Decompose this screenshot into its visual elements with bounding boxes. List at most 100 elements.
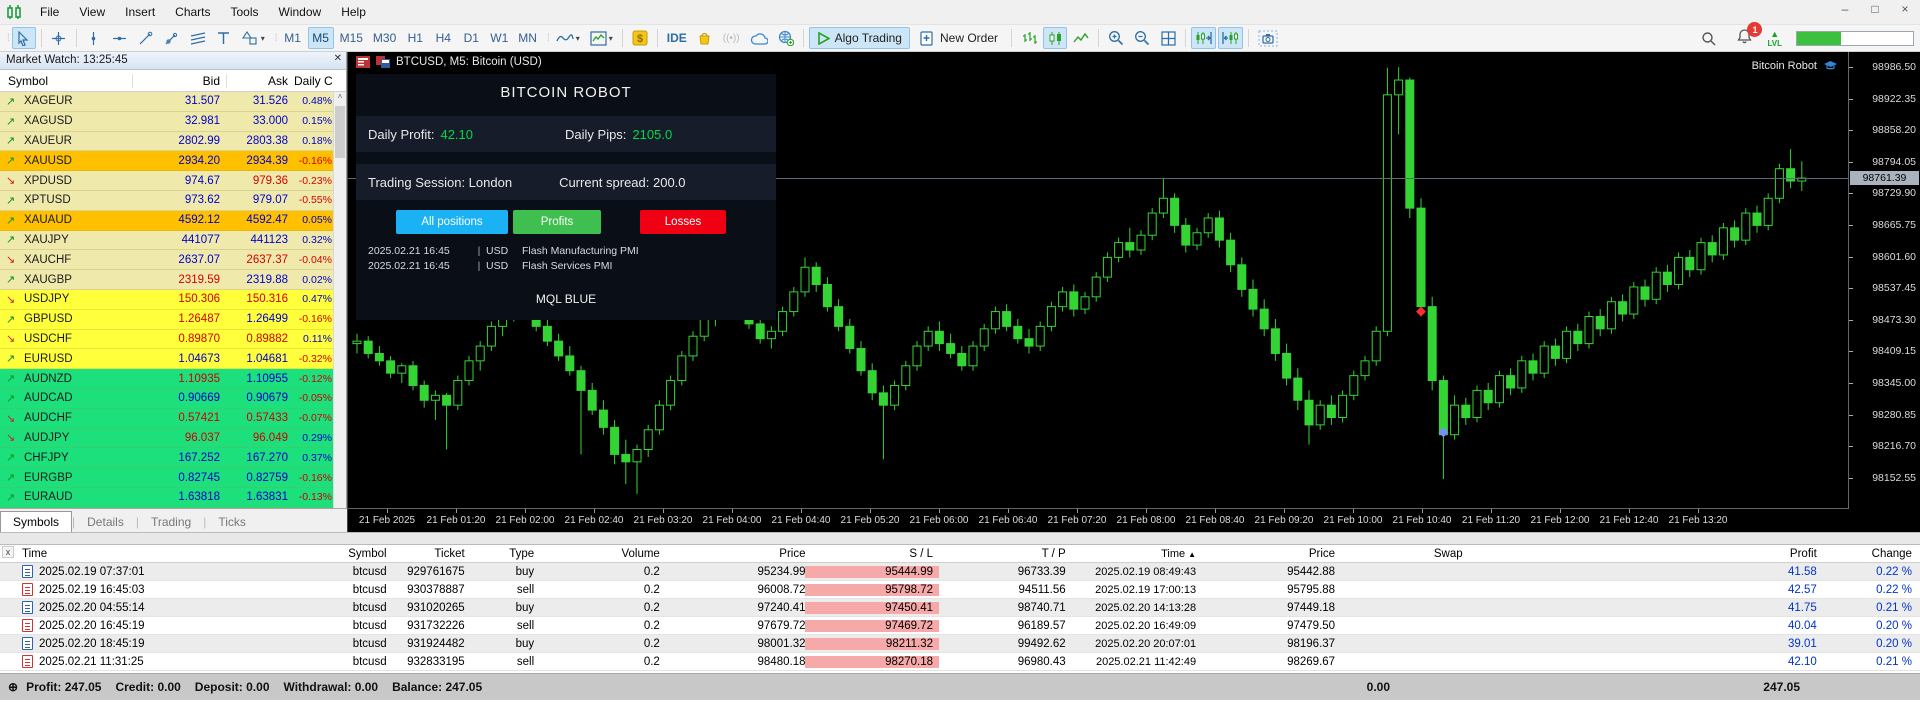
cloud-icon[interactable] [746,27,772,49]
history-col-price[interactable]: Price [660,548,805,560]
market-watch-row-euraud[interactable]: ↗ EURAUD 1.63818 1.63831 -0.13% [0,487,346,508]
timeframe-h1[interactable]: H1 [402,27,428,49]
history-col-change[interactable]: Change [1817,548,1920,560]
history-row[interactable]: 2025.02.20 04:55:14 btcusd 931020265 buy 0.2… [0,599,1920,617]
history-col-type[interactable]: Type [465,548,534,560]
history-column-headers[interactable]: Time Symbol Ticket Type Volume Price S / LT / … [0,545,1920,563]
zoom-out-icon[interactable] [1130,27,1154,49]
text-icon[interactable] [212,27,236,49]
close-button[interactable]: × [1898,2,1912,16]
robot-button-losses[interactable]: Losses [640,210,726,234]
market-watch-row-xaueur[interactable]: ↗ XAUEUR 2802.99 2803.38 0.18% [0,131,346,152]
time-axis[interactable]: 21 Feb 2025 21 Feb 01:20 21 Feb 02:00 21 Fe… [348,508,1849,532]
market-watch-col-bid[interactable]: Bid [132,73,226,88]
market-watch-row-usdjpy[interactable]: ↘ USDJPY 150.306 150.316 0.47% [0,289,346,310]
market-watch-row-xauusd[interactable]: ↗ XAUUSD 2934.20 2934.39 -0.16% [0,151,346,172]
market-watch-row-audnzd[interactable]: ↗ AUDNZD 1.10935 1.10955 -0.12% [0,369,346,389]
market-icon[interactable] [693,27,717,49]
panel-splitter[interactable] [0,532,1920,545]
menu-file[interactable]: File [30,2,69,22]
community-icon[interactable] [774,27,798,49]
market-watch-row-xptusd[interactable]: ↗ XPTUSD 973.62 979.07 -0.55% [0,190,346,211]
robot-button-all-positions[interactable]: All positions [396,210,508,234]
menu-view[interactable]: View [69,2,115,22]
history-col-profit[interactable]: Profit [1463,548,1817,560]
history-col-symbol[interactable]: Symbol [296,548,386,560]
price-axis[interactable]: 98986.50 98922.35 98858.20 98794.05 98729.90… [1848,52,1920,508]
search-icon[interactable] [1697,28,1721,50]
timeframe-mn[interactable]: MN [514,27,541,49]
menu-charts[interactable]: Charts [165,2,220,22]
history-col-price2[interactable]: Price [1196,548,1335,560]
minimize-button[interactable]: – [1838,2,1852,16]
timeframe-m1[interactable]: M1 [280,27,306,49]
timeframe-w1[interactable]: W1 [486,27,512,49]
history-col-sl[interactable]: S / L [805,548,939,560]
shift-left-icon[interactable] [1218,27,1243,49]
timeframe-m30[interactable]: M30 [369,27,400,49]
market-watch-column-headers[interactable]: SymbolBidAskDaily Ch... [0,70,346,92]
timeframe-h4[interactable]: H4 [430,27,456,49]
history-col-tp[interactable]: T / P [939,548,1066,560]
market-watch-row-eurusd[interactable]: ↗ EURUSD 1.04673 1.04681 -0.32% [0,349,346,370]
market-watch-row-xauchf[interactable]: ↘ XAUCHF 2637.07 2637.37 -0.04% [0,250,346,271]
zoom-in-icon[interactable] [1104,27,1128,49]
line-chart-icon[interactable] [1069,27,1093,49]
market-watch-col-symbol[interactable]: Symbol [0,74,132,88]
market-watch-row-gbpusd[interactable]: ↗ GBPUSD 1.26487 1.26499 -0.16% [0,309,346,330]
channel-icon[interactable] [186,27,210,49]
chart-window[interactable]: BTCUSD, M5: Bitcoin (USD) Bitcoin Robot … [347,52,1920,532]
camera-icon[interactable] [1254,27,1282,49]
market-watch-row-eurgbp[interactable]: ↗ EURGBP 0.82745 0.82759 -0.16% [0,468,346,488]
menu-tools[interactable]: Tools [221,2,269,22]
angle-trend-icon[interactable] [160,27,184,49]
timeframe-m15[interactable]: M15 [336,27,367,49]
history-col-time[interactable]: Time [0,548,296,560]
menu-help[interactable]: Help [331,2,376,22]
template-icon[interactable]: ▾ [586,27,617,49]
restore-button[interactable]: □ [1868,2,1882,16]
scroll-up-icon[interactable]: ˄ [334,92,346,104]
toolbox-close-icon[interactable]: x [2,546,14,558]
market-watch-row-audjpy[interactable]: ↘ AUDJPY 96.037 96.049 0.29% [0,428,346,449]
shift-right-icon[interactable] [1191,27,1216,49]
market-watch-row-xageur[interactable]: ↗ XAGEUR 31.507 31.526 0.48% [0,92,346,112]
tab-symbols[interactable]: Symbols [0,511,73,532]
market-watch-scrollbar[interactable]: ˄ ˅ [333,92,346,532]
history-col-time2[interactable]: Time ▲ [1066,548,1196,560]
cursor-icon[interactable] [11,27,36,49]
history-row[interactable]: 2025.02.19 07:37:01 btcusd 929761675 buy 0.2… [0,563,1920,581]
indicator-icon[interactable]: ▾ [552,27,584,49]
crosshair-icon[interactable] [47,27,71,49]
trendline-icon[interactable] [134,27,158,49]
signal-icon[interactable]: ((•)) [719,27,744,49]
history-row[interactable]: 2025.02.21 11:31:25 btcusd 932833195 sell 0.… [0,653,1920,671]
tab-trading[interactable]: Trading [139,512,203,532]
dollar-icon[interactable]: $ [628,27,652,49]
timeframe-m5[interactable]: M5 [307,27,334,49]
market-watch-row-audchf[interactable]: ↘ AUDCHF 0.57421 0.57433 -0.07% [0,408,346,429]
market-watch-close-icon[interactable]: ✕ [334,53,342,64]
menu-window[interactable]: Window [269,2,332,22]
notifications-icon[interactable]: 1 [1736,22,1763,49]
candles-icon[interactable] [1043,27,1067,49]
tile-windows-icon[interactable] [1156,27,1180,49]
vline-icon[interactable] [82,27,106,49]
shapes-icon[interactable]: ▾ [238,27,269,49]
algo-trading-button[interactable]: Algo Trading [808,27,910,49]
robot-button-profits[interactable]: Profits [513,210,601,234]
lvl-icon[interactable]: ▲ LVL [1767,29,1782,48]
tab-ticks[interactable]: Ticks [206,512,258,532]
scrollbar-thumb[interactable] [335,106,345,158]
market-watch-row-xaujpy[interactable]: ↗ XAUJPY 441077 441123 0.32% [0,230,346,251]
history-col-swap[interactable]: Swap [1335,548,1463,560]
market-watch-row-xagusd[interactable]: ↗ XAGUSD 32.981 33.000 0.15% [0,111,346,132]
market-watch-row-chfjpy[interactable]: ↗ CHFJPY 167.252 167.270 0.37% [0,448,346,469]
timeframe-d1[interactable]: D1 [458,27,484,49]
history-row[interactable]: 2025.02.20 18:45:19 btcusd 931924482 buy 0.2… [0,635,1920,653]
market-watch-row-usdchf[interactable]: ↘ USDCHF 0.89870 0.89882 0.11% [0,329,346,350]
market-watch-row-xauaud[interactable]: ↗ XAUAUD 4592.12 4592.47 0.05% [0,210,346,231]
menu-insert[interactable]: Insert [115,2,165,22]
market-watch-col-daily-ch-[interactable]: Daily Ch... [294,74,332,88]
history-col-vol[interactable]: Volume [534,548,659,560]
